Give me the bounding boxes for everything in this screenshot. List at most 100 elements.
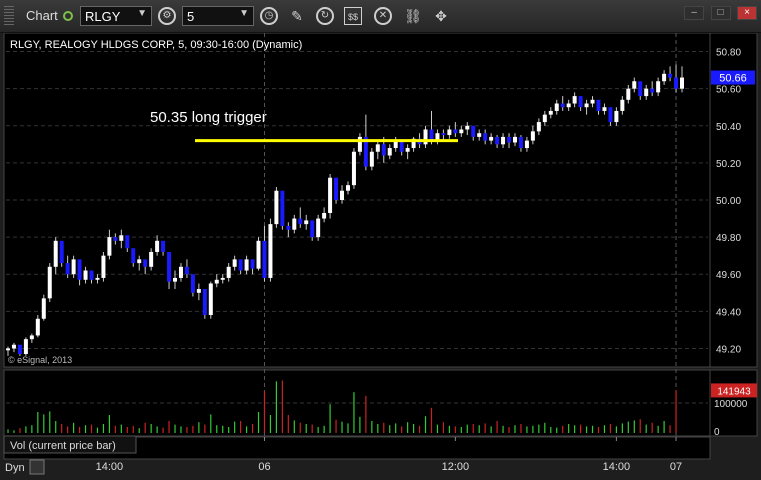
chart-label: Chart: [26, 8, 58, 23]
candle-body: [620, 99, 625, 111]
candle-body: [662, 73, 667, 82]
candle-body: [119, 235, 124, 241]
refresh-icon[interactable]: ↻: [316, 7, 334, 25]
candle-body: [59, 240, 64, 264]
time-tick-label: 14:00: [96, 461, 124, 473]
candle-body: [262, 240, 267, 278]
candle-body: [256, 240, 261, 269]
candle-body: [196, 289, 201, 293]
volume-tick-label: 100000: [714, 399, 748, 410]
chart-area[interactable]: 50.80 50.60 50.40 50.20 50.00 49.80 49.60 49.40…: [0, 33, 761, 480]
chevron-down-icon[interactable]: ▼: [137, 8, 147, 19]
candle-body: [83, 270, 88, 280]
candle-body: [286, 225, 291, 230]
candle-body: [155, 240, 160, 252]
candle-body: [101, 255, 106, 278]
link-icon[interactable]: ⛓: [404, 7, 422, 25]
interval-input[interactable]: 5 ▼: [182, 6, 254, 26]
candle-body: [89, 270, 94, 280]
candle-body: [453, 129, 458, 134]
candle-body: [375, 144, 380, 152]
candle-body: [77, 259, 82, 280]
candle-body: [184, 266, 189, 275]
candle-body: [250, 259, 255, 269]
chevron-down-icon[interactable]: ▼: [239, 8, 249, 19]
candle-body: [113, 237, 118, 241]
volume-legend: Vol (current price bar): [10, 440, 116, 452]
candle-body: [578, 96, 583, 108]
time-tick-label: 06: [258, 461, 270, 473]
interval-value: 5: [187, 9, 195, 24]
candle-body: [459, 129, 464, 134]
candle-body: [495, 136, 500, 145]
candle-body: [238, 259, 243, 271]
toolbar: Chart RLGY ▼ ⚙ 5 ▼ ◷ ✎ ↻ $$ ✕ ⛓ ✥ – □ ×: [0, 0, 761, 33]
candle-body: [268, 224, 273, 278]
candle-body: [560, 103, 565, 108]
candle-body: [608, 107, 613, 123]
candle-body: [202, 289, 207, 316]
candle-body: [572, 96, 577, 104]
candle-body: [65, 263, 70, 275]
candle-body: [524, 140, 529, 149]
pencil-icon[interactable]: ✎: [288, 7, 306, 25]
trigger-annotation: 50.35 long trigger: [150, 109, 267, 126]
diamond-link-icon[interactable]: ✥: [432, 7, 450, 25]
time-tick-label: 14:00: [603, 461, 631, 473]
candle-body: [41, 298, 46, 319]
symbol-value: RLGY: [85, 9, 121, 24]
candle-body: [602, 107, 607, 111]
candle-body: [614, 110, 619, 123]
close-button[interactable]: ×: [737, 6, 757, 20]
drag-grip-icon[interactable]: [4, 6, 14, 26]
time-tick-label: 12:00: [442, 461, 470, 473]
candle-body: [536, 122, 541, 132]
candle-body: [566, 103, 571, 108]
maximize-button[interactable]: □: [710, 6, 731, 20]
candle-body: [381, 144, 386, 156]
candle-body: [137, 259, 142, 264]
candle-body: [405, 148, 410, 152]
candle-body: [304, 220, 309, 225]
candle-body: [548, 110, 553, 115]
candle-body: [161, 240, 166, 252]
symbol-input[interactable]: RLGY ▼: [80, 6, 152, 26]
settings-gear-icon[interactable]: ⚙: [158, 7, 176, 25]
candle-body: [530, 131, 535, 141]
candle-body: [512, 136, 517, 143]
candle-body: [190, 274, 195, 293]
window-buttons: – □ ×: [682, 2, 757, 20]
time-tick-label: 07: [670, 461, 682, 473]
candle-body: [131, 248, 136, 264]
close-circle-icon[interactable]: ✕: [374, 7, 392, 25]
candle-body: [668, 73, 673, 78]
candle-body: [632, 81, 637, 89]
candle-body: [345, 185, 350, 191]
candle-body: [23, 339, 28, 355]
dynamic-mode-label: Dyn: [5, 462, 25, 474]
candle-body: [387, 148, 392, 156]
copyright-text: © eSignal, 2013: [8, 355, 72, 365]
price-tick-label: 50.40: [716, 122, 741, 133]
candle-body: [226, 266, 231, 278]
candle-body: [17, 344, 22, 355]
quote-icon[interactable]: $$: [344, 7, 362, 25]
candle-body: [214, 279, 219, 284]
connection-status-icon: [63, 11, 73, 21]
candle-body: [11, 344, 16, 349]
candle-body: [644, 88, 649, 97]
candle-body: [143, 259, 148, 267]
candle-body: [274, 190, 279, 225]
candle-body: [220, 277, 225, 280]
candle-body: [471, 125, 476, 137]
candle-body: [590, 99, 595, 104]
candle-body: [244, 259, 249, 271]
candle-body: [483, 133, 488, 141]
minimize-button[interactable]: –: [684, 6, 705, 20]
lock-icon[interactable]: [29, 459, 45, 475]
price-tick-label: 49.20: [716, 344, 741, 355]
candle-body: [125, 235, 130, 249]
clock-icon[interactable]: ◷: [260, 7, 278, 25]
candle-body: [441, 133, 446, 136]
candle-body: [316, 218, 321, 238]
